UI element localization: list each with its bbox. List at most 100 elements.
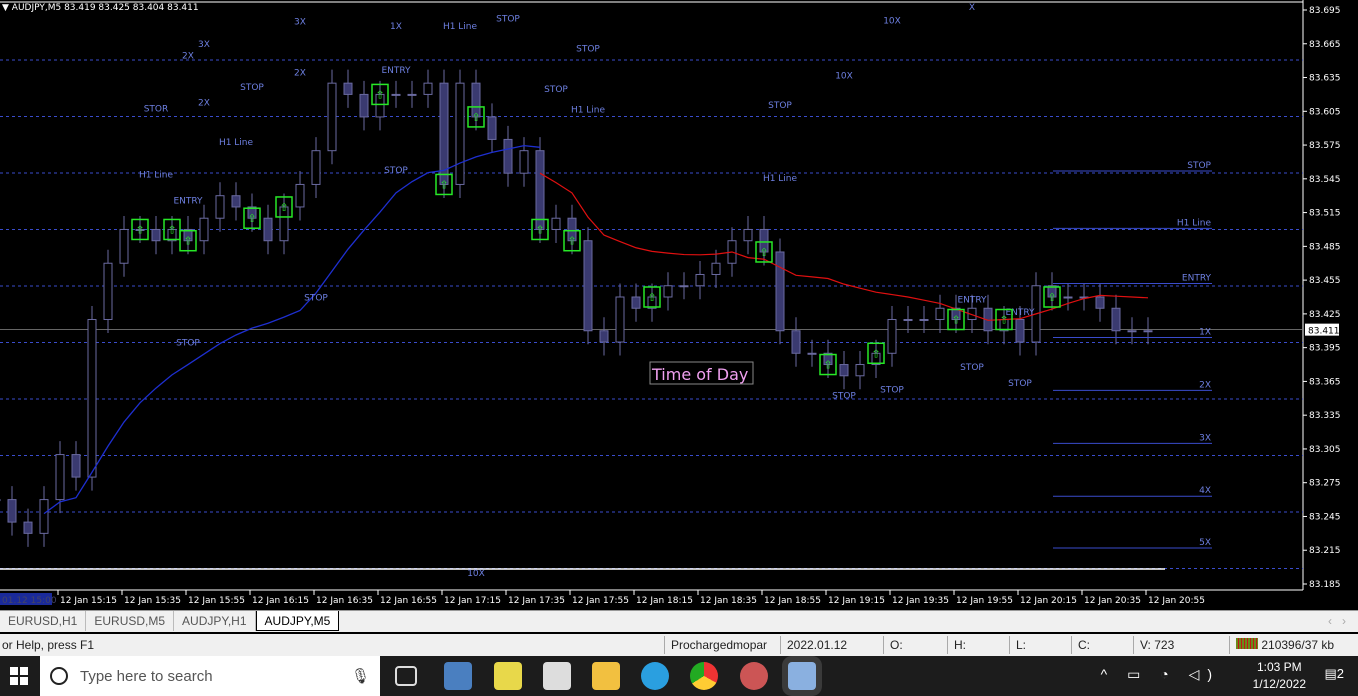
tab-scroll-arrows[interactable]: ‹ › bbox=[1328, 614, 1346, 628]
candle-bear bbox=[839, 364, 849, 377]
symbol-info-text: AUDJPY,M5 83.419 83.425 83.404 83.411 bbox=[11, 3, 199, 13]
chart-annotation: STOP bbox=[496, 14, 520, 24]
price-label: 83.545 bbox=[1309, 175, 1341, 185]
candle-bull bbox=[407, 93, 417, 96]
candle-bull bbox=[807, 352, 817, 355]
candle-bear bbox=[535, 150, 545, 230]
time-label: 12 Jan 17:35 bbox=[508, 596, 565, 606]
candle-bear bbox=[503, 138, 513, 174]
candle-bear bbox=[487, 116, 497, 140]
candle-bear bbox=[359, 93, 369, 118]
candle-bull bbox=[199, 217, 209, 242]
arrow-icon: ⇧ bbox=[167, 223, 176, 236]
status-traffic: 210396/37 kb bbox=[1229, 636, 1340, 654]
arrow-icon: ⇧ bbox=[759, 246, 768, 259]
price-chart[interactable]: 83.695 83.665 83.635 83.605 83.575 83.545 83.5… bbox=[0, 0, 1358, 610]
price-label: 83.275 bbox=[1309, 479, 1341, 489]
price-label: 83.215 bbox=[1309, 546, 1341, 556]
status-volume: V: 723 bbox=[1133, 636, 1229, 654]
app-icon-notes[interactable] bbox=[494, 662, 522, 690]
arrow-icon: ⇧ bbox=[951, 314, 960, 327]
candle-bull bbox=[695, 273, 705, 287]
time-label: 12 Jan 19:55 bbox=[956, 596, 1013, 606]
chart-annotation: 2X bbox=[198, 99, 210, 109]
tab-audjpy-m5[interactable]: AUDJPY,M5 bbox=[255, 611, 340, 631]
telegram-icon[interactable] bbox=[641, 662, 669, 690]
chart-annotation: STOP bbox=[240, 83, 264, 93]
time-label: 12 Jan 17:15 bbox=[444, 596, 501, 606]
candle-bull bbox=[1063, 296, 1073, 299]
tab-audjpy-h1[interactable]: AUDJPY,H1 bbox=[174, 611, 256, 631]
price-label: 83.695 bbox=[1309, 6, 1341, 16]
clock[interactable]: 1:03 PM 1/12/2022 bbox=[1253, 659, 1306, 693]
start-button[interactable] bbox=[10, 667, 28, 685]
candle-bull bbox=[743, 228, 753, 242]
file-explorer-icon[interactable] bbox=[592, 662, 620, 690]
tab-eurusd-h1[interactable]: EURUSD,H1 bbox=[0, 611, 87, 631]
candle-bull bbox=[887, 319, 897, 354]
time-label: 12 Jan 16:35 bbox=[316, 596, 373, 606]
candle-bull bbox=[215, 195, 225, 219]
taskbar-search[interactable]: Type here to search 🎙 bbox=[40, 656, 380, 696]
arrow-icon: ⇧ bbox=[647, 291, 656, 304]
candle-bull bbox=[295, 183, 305, 208]
taskbar: Type here to search 🎙 ^ ▭ ◔ ◁) 1:03 PM 1/… bbox=[0, 656, 1358, 696]
arrow-icon: ⇧ bbox=[535, 223, 544, 236]
time-label: 12 Jan 20:15 bbox=[1020, 596, 1077, 606]
chart-tabs: EURUSD,H1 EURUSD,M5 AUDJPY,H1 AUDJPY,M5 … bbox=[0, 610, 1358, 632]
candle-bull bbox=[1127, 330, 1137, 333]
level-label: 2X bbox=[1199, 380, 1211, 390]
chart-annotation: 1X bbox=[390, 22, 402, 32]
candle-bull bbox=[935, 307, 945, 321]
chart-canvas[interactable]: 83.695 83.665 83.635 83.605 83.575 83.545 83.5… bbox=[0, 0, 1358, 610]
arrow-icon: ⇧ bbox=[439, 178, 448, 191]
microphone-icon[interactable]: 🎙 bbox=[351, 667, 370, 685]
level-label: 4X bbox=[1199, 486, 1211, 496]
chart-annotation: STOR bbox=[144, 104, 169, 114]
snipping-tool-icon[interactable] bbox=[740, 662, 768, 690]
candle-bull bbox=[455, 82, 465, 185]
level-label: ENTRY bbox=[1182, 273, 1212, 283]
status-open: O: 83.568 bbox=[883, 636, 947, 670]
price-label: 83.305 bbox=[1309, 445, 1341, 455]
candle-bear bbox=[343, 82, 353, 95]
calculator-icon[interactable] bbox=[543, 662, 571, 690]
notification-count: 2 bbox=[1336, 666, 1344, 681]
chart-annotation: H1 Line bbox=[139, 171, 174, 181]
chart-annotation: H1 Line bbox=[571, 105, 606, 115]
app-icon-network[interactable] bbox=[444, 662, 472, 690]
chart-annotation: STOP bbox=[176, 338, 200, 348]
time-label: 12 Jan 17:55 bbox=[572, 596, 629, 606]
time-label: 12 Jan 18:55 bbox=[764, 596, 821, 606]
arrow-icon: ⇧ bbox=[471, 111, 480, 124]
price-label: 83.395 bbox=[1309, 344, 1341, 354]
chrome-icon[interactable] bbox=[690, 662, 718, 690]
candle-bear bbox=[1015, 319, 1025, 343]
time-label: 12 Jan 19:15 bbox=[828, 596, 885, 606]
chart-annotation: STOP bbox=[544, 85, 568, 95]
time-label: 12 Jan 16:15 bbox=[252, 596, 309, 606]
chart-annotation: H1 Line bbox=[219, 138, 254, 148]
chart-annotation: 3X bbox=[294, 18, 306, 28]
price-label: 83.425 bbox=[1309, 310, 1341, 320]
price-label: 83.335 bbox=[1309, 411, 1341, 421]
chart-annotation: ENTRY bbox=[173, 197, 203, 207]
current-price-label: 83.411 bbox=[1308, 327, 1340, 337]
task-view-icon[interactable] bbox=[395, 666, 417, 686]
metatrader-icon[interactable] bbox=[788, 662, 816, 690]
system-tray[interactable]: ^ ▭ ◔ ◁) bbox=[1101, 666, 1220, 683]
time-label: 12 Jan 15:55 bbox=[188, 596, 245, 606]
candle-bear bbox=[263, 217, 273, 242]
status-profile: Prochargedmopar bbox=[664, 636, 780, 654]
level-label: 3X bbox=[1199, 433, 1211, 443]
arrow-icon: ⇧ bbox=[1047, 291, 1056, 304]
clock-time: 1:03 PM bbox=[1256, 660, 1302, 674]
candle-bull bbox=[311, 150, 321, 185]
candle-bull bbox=[663, 285, 673, 298]
notifications-button[interactable]: ▤2 bbox=[1324, 666, 1344, 682]
candle-bear bbox=[151, 228, 161, 242]
time-label: 12 Jan 16:55 bbox=[380, 596, 437, 606]
traffic-text: 210396/37 kb bbox=[1261, 638, 1335, 652]
tab-eurusd-m5[interactable]: EURUSD,M5 bbox=[86, 611, 175, 631]
status-close: C: 83.550 bbox=[1071, 636, 1133, 670]
